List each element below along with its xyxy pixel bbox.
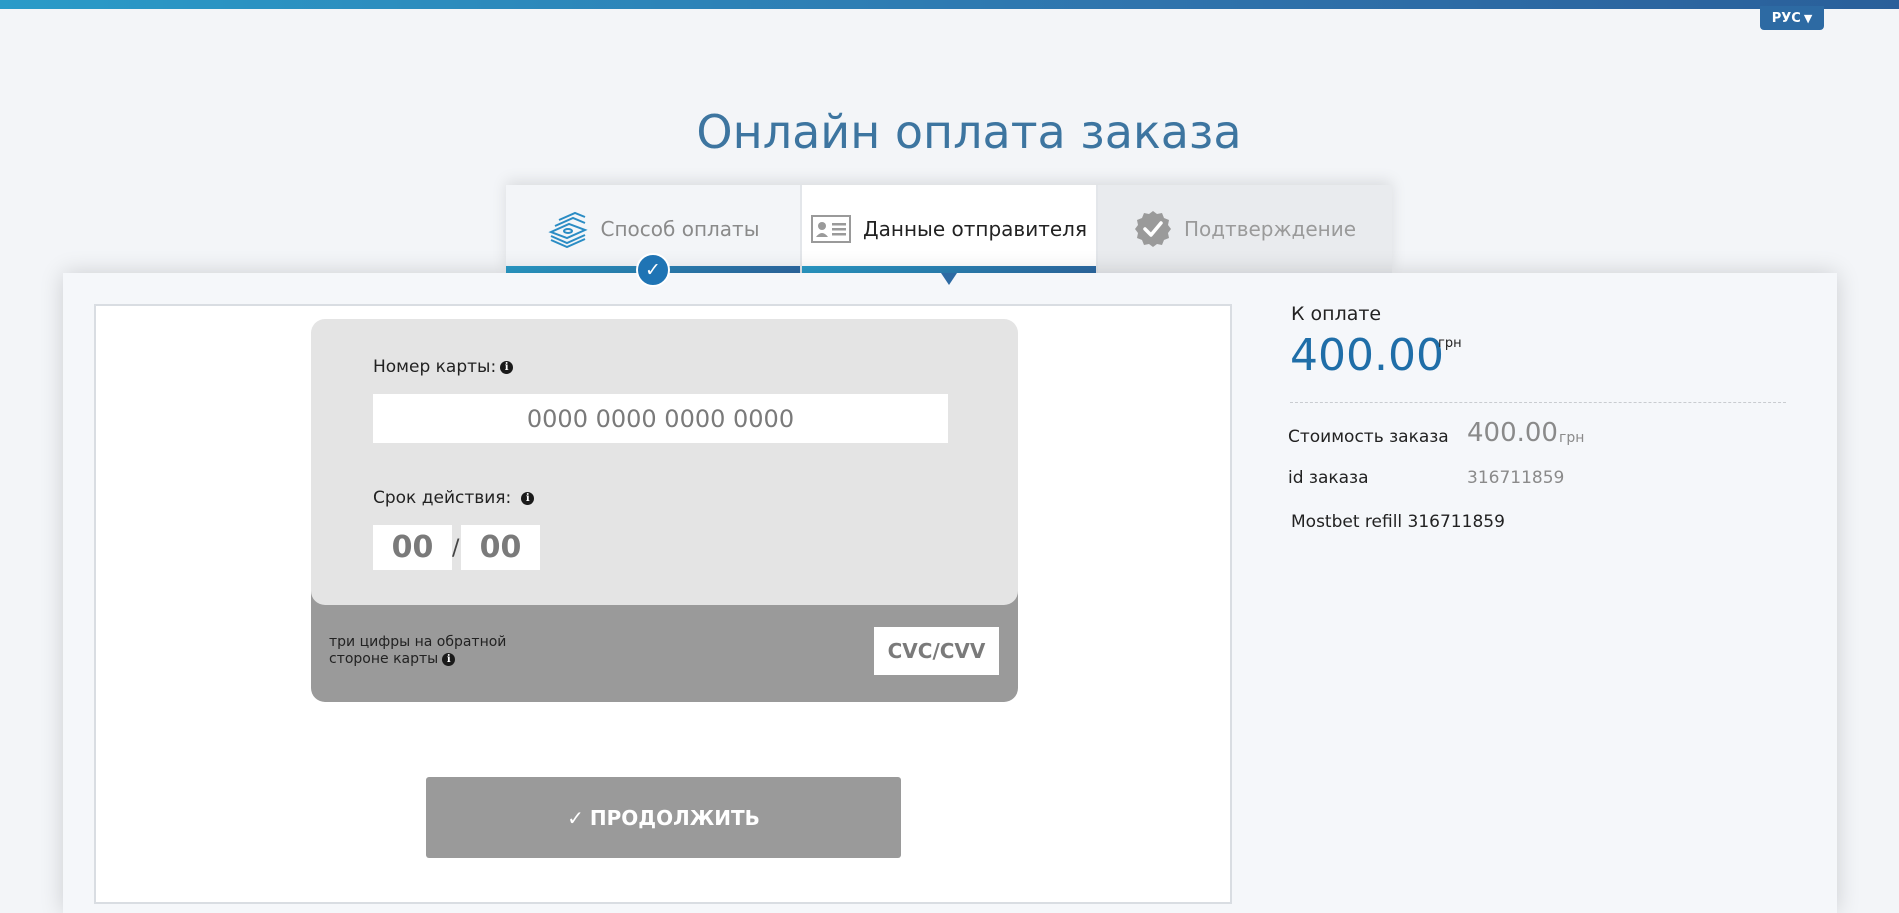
step-progress-bar	[802, 266, 1096, 273]
language-label: РУС	[1771, 10, 1801, 26]
active-step-pointer-icon	[941, 273, 957, 285]
cvc-hint-line: стороне карты	[329, 651, 439, 667]
order-description: Mostbet refill 316711859	[1291, 512, 1505, 532]
caret-down-icon: ▼	[1803, 11, 1813, 25]
summary-title: К оплате	[1291, 303, 1382, 325]
order-id-value: 316711859	[1467, 468, 1565, 488]
cvc-hint: три цифры на обратной стороне карты i	[329, 634, 529, 668]
cost-value: 400.00	[1467, 418, 1558, 448]
cvc-input[interactable]	[874, 627, 999, 675]
step-sender-data[interactable]: Данные отправителя	[802, 185, 1098, 285]
step-payment-method[interactable]: Способ оплаты ✓	[506, 185, 802, 287]
card-number-label: Номер карты: i	[373, 357, 514, 377]
language-switch[interactable]: РУС ▼	[1760, 6, 1824, 30]
expiry-year-input[interactable]	[461, 525, 540, 570]
card-number-label-text: Номер карты:	[373, 357, 497, 377]
page-title: Онлайн оплата заказа	[696, 105, 1242, 159]
order-id-label: id заказа	[1288, 468, 1369, 488]
expiry-separator: /	[452, 536, 460, 561]
id-card-icon	[811, 215, 852, 243]
checkmark-icon: ✓	[567, 805, 584, 830]
summary-divider	[1290, 402, 1786, 403]
expiry-label-text: Срок действия:	[373, 488, 512, 508]
info-icon[interactable]: i	[521, 491, 535, 505]
top-accent-bar	[0, 0, 1899, 9]
info-icon[interactable]: i	[442, 653, 456, 666]
checkmark-icon: ✓	[636, 253, 670, 287]
step-confirmation[interactable]: Подтверждение	[1098, 185, 1392, 273]
checkout-steps: Способ оплаты ✓ Данные отправителя Подтв…	[506, 185, 1392, 287]
continue-button[interactable]: ✓ ПРОДОЛЖИТЬ	[426, 777, 901, 858]
expiry-month-input[interactable]	[373, 525, 452, 570]
step-label: Данные отправителя	[863, 217, 1087, 241]
cvc-hint-line: три цифры на обратной	[329, 634, 507, 650]
expiry-label: Срок действия: i	[373, 488, 535, 508]
cost-currency: грн	[1559, 430, 1585, 446]
continue-label: ПРОДОЛЖИТЬ	[589, 805, 760, 830]
card-number-input[interactable]	[373, 394, 948, 443]
step-label: Подтверждение	[1183, 217, 1357, 241]
money-stack-icon	[547, 210, 589, 248]
check-badge-icon	[1134, 210, 1172, 248]
cvc-hint-line-wrap: стороне карты i	[329, 651, 529, 668]
total-currency: грн	[1438, 336, 1462, 351]
total-amount: 400.00	[1290, 330, 1444, 381]
info-icon[interactable]: i	[500, 360, 514, 374]
cost-label: Стоимость заказа	[1288, 427, 1449, 447]
step-label: Способ оплаты	[600, 217, 760, 241]
